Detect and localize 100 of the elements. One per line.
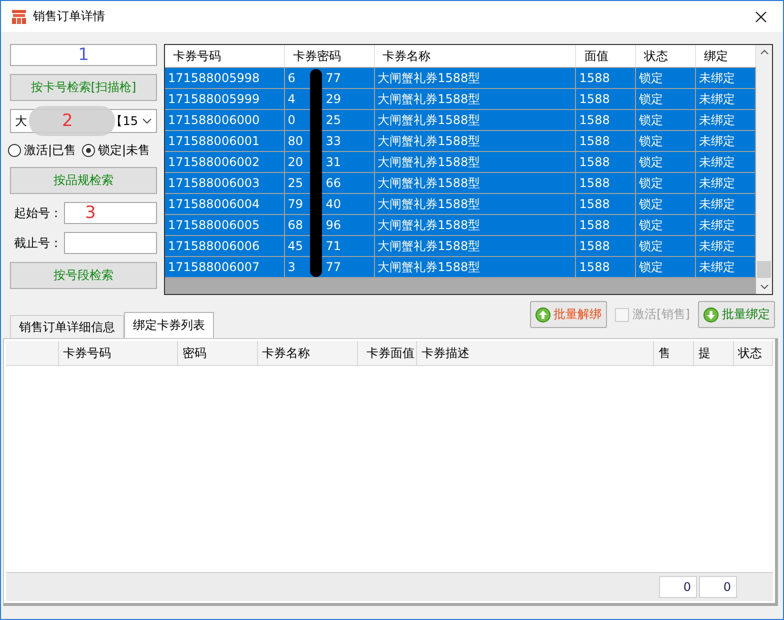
column-header[interactable]: 卡券名称 <box>258 341 358 365</box>
table-cell: 大闸蟹礼券1588型 <box>374 215 576 235</box>
password-fragment: 25 <box>326 112 342 129</box>
table-cell: 171588006001 <box>165 131 285 151</box>
annotation-number: 3 <box>85 203 96 223</box>
password-fragment: 6 <box>288 70 296 87</box>
table-cell: 1588 <box>576 89 636 109</box>
table-cell: 171588006004 <box>165 194 285 214</box>
password-fragment: 31 <box>326 154 342 171</box>
password-fragment: 96 <box>326 217 342 234</box>
table-cell: 1588 <box>576 257 636 277</box>
column-header[interactable]: 密码 <box>178 341 258 365</box>
table-cell: 锁定 <box>636 215 696 235</box>
table-cell: 171588006002 <box>165 152 285 172</box>
count-field: 0 <box>699 576 737 598</box>
table-cell: 1588 <box>576 173 636 193</box>
table-cell: 1588 <box>576 194 636 214</box>
grid-row[interactable]: 171588006006 45 71 大闸蟹礼券1588型 1588 锁定 未绑定 <box>165 236 756 257</box>
password-fragment: 29 <box>326 91 342 108</box>
column-header[interactable]: 售 <box>654 341 694 365</box>
batch-bind-button[interactable]: 批量绑定 <box>698 301 775 328</box>
radio-option[interactable]: 激活|已售 <box>8 142 76 158</box>
grid-row[interactable]: 171588005998 6 77 大闸蟹礼券1588型 1588 锁定 未绑定 <box>165 68 756 89</box>
password-fragment: 20 <box>288 154 304 171</box>
table-cell: 大闸蟹礼券1588型 <box>374 173 576 193</box>
column-header[interactable]: 卡券号码 <box>165 45 285 67</box>
end-number-field[interactable] <box>64 232 157 254</box>
password-fragment: 68 <box>288 217 304 234</box>
scroll-down-icon[interactable] <box>760 284 768 290</box>
radio-option[interactable]: 锁定|未售 <box>82 142 150 158</box>
password-fragment: 3 <box>288 259 296 276</box>
grid-row[interactable]: 171588006004 79 40 大闸蟹礼券1588型 1588 锁定 未绑定 <box>165 194 756 215</box>
password-fragment: 71 <box>326 238 342 255</box>
table-cell: 锁定 <box>636 236 696 256</box>
column-header[interactable]: 状态 <box>734 341 773 365</box>
scroll-thumb[interactable] <box>757 261 771 278</box>
password-fragment: 33 <box>326 133 342 150</box>
password-fragment: 25 <box>288 175 304 192</box>
scroll-up-icon[interactable] <box>760 49 768 55</box>
table-cell: 171588006003 <box>165 173 285 193</box>
range-search-button[interactable]: 按号段检索 <box>10 262 157 289</box>
grid-row[interactable]: 171588005999 4 29 大闸蟹礼券1588型 1588 锁定 未绑定 <box>165 89 756 110</box>
table-cell: 171588006007 <box>165 257 285 277</box>
password-fragment: 77 <box>326 259 342 276</box>
column-header[interactable]: 卡券密码 <box>284 45 375 67</box>
column-header[interactable]: 提 <box>694 341 734 365</box>
column-header[interactable]: 卡券描述 <box>417 341 654 365</box>
password-fragment: 80 <box>288 133 304 150</box>
column-header[interactable]: 卡券号码 <box>58 341 178 365</box>
table-cell: 锁定 <box>636 110 696 130</box>
tab[interactable]: 销售订单详细信息 <box>10 315 124 338</box>
password-fragment: 0 <box>288 112 296 129</box>
grid-row[interactable]: 171588006007 3 77 大闸蟹礼券1588型 1588 锁定 未绑定 <box>165 257 756 278</box>
table-cell: 锁定 <box>636 257 696 277</box>
table-cell: 大闸蟹礼券1588型 <box>374 236 576 256</box>
table-cell: 1588 <box>576 152 636 172</box>
table-cell: 171588005999 <box>165 89 285 109</box>
table-cell: 1588 <box>576 131 636 151</box>
column-header[interactable]: 卡券名称 <box>374 45 576 67</box>
table-cell: 大闸蟹礼券1588型 <box>374 194 576 214</box>
table-cell: 1588 <box>576 215 636 235</box>
table-cell: 大闸蟹礼券1588型 <box>374 131 576 151</box>
grid-row[interactable]: 171588006003 25 66 大闸蟹礼券1588型 1588 锁定 未绑定 <box>165 173 756 194</box>
table-cell: 大闸蟹礼券1588型 <box>374 110 576 130</box>
column-header[interactable]: 状态 <box>636 45 696 67</box>
window-title: 销售订单详情 <box>33 8 105 25</box>
card-search-button[interactable]: 按卡号检索[扫描枪] <box>10 74 157 101</box>
grid-row[interactable]: 171588006000 0 25 大闸蟹礼券1588型 1588 锁定 未绑定 <box>165 110 756 131</box>
table-cell: 锁定 <box>636 173 696 193</box>
count-field: 0 <box>659 576 697 598</box>
grid-row[interactable]: 171588006005 68 96 大闸蟹礼券1588型 1588 锁定 未绑定 <box>165 215 756 236</box>
field-label: 截止号： <box>14 234 62 252</box>
close-icon[interactable] <box>755 10 767 22</box>
password-fragment: 66 <box>326 175 342 192</box>
table-cell: 锁定 <box>636 152 696 172</box>
spec-search-button[interactable]: 按品规检索 <box>10 167 157 194</box>
table-cell: 锁定 <box>636 194 696 214</box>
password-fragment: 79 <box>288 196 304 213</box>
table-cell: 大闸蟹礼券1588型 <box>374 89 576 109</box>
table-cell: 锁定 <box>636 68 696 88</box>
table-cell: 大闸蟹礼券1588型 <box>374 68 576 88</box>
grid-row[interactable]: 171588006001 80 33 大闸蟹礼券1588型 1588 锁定 未绑定 <box>165 131 756 152</box>
column-header[interactable]: 面值 <box>576 45 636 67</box>
column-header[interactable]: 卡券面值 <box>358 341 418 365</box>
table-cell: 锁定 <box>636 131 696 151</box>
start-number-field[interactable]: 3 <box>64 202 157 224</box>
password-fragment: 77 <box>326 70 342 87</box>
table-cell: 1588 <box>576 236 636 256</box>
table-cell: 171588006000 <box>165 110 285 130</box>
scrollbar[interactable] <box>756 45 772 294</box>
table-cell: 大闸蟹礼券1588型 <box>374 152 576 172</box>
card-number-field[interactable]: 1 <box>10 44 157 66</box>
field-label: 起始号： <box>14 204 62 222</box>
tab[interactable]: 绑定卡券列表 <box>124 312 214 338</box>
spec-dropdown[interactable]: 大 2 【15 <box>10 109 157 133</box>
table-cell: 锁定 <box>636 89 696 109</box>
grid-row[interactable]: 171588006002 20 31 大闸蟹礼券1588型 1588 锁定 未绑定 <box>165 152 756 173</box>
table-cell: 171588005998 <box>165 68 285 88</box>
password-fragment: 40 <box>326 196 342 213</box>
table-cell: 1588 <box>576 110 636 130</box>
